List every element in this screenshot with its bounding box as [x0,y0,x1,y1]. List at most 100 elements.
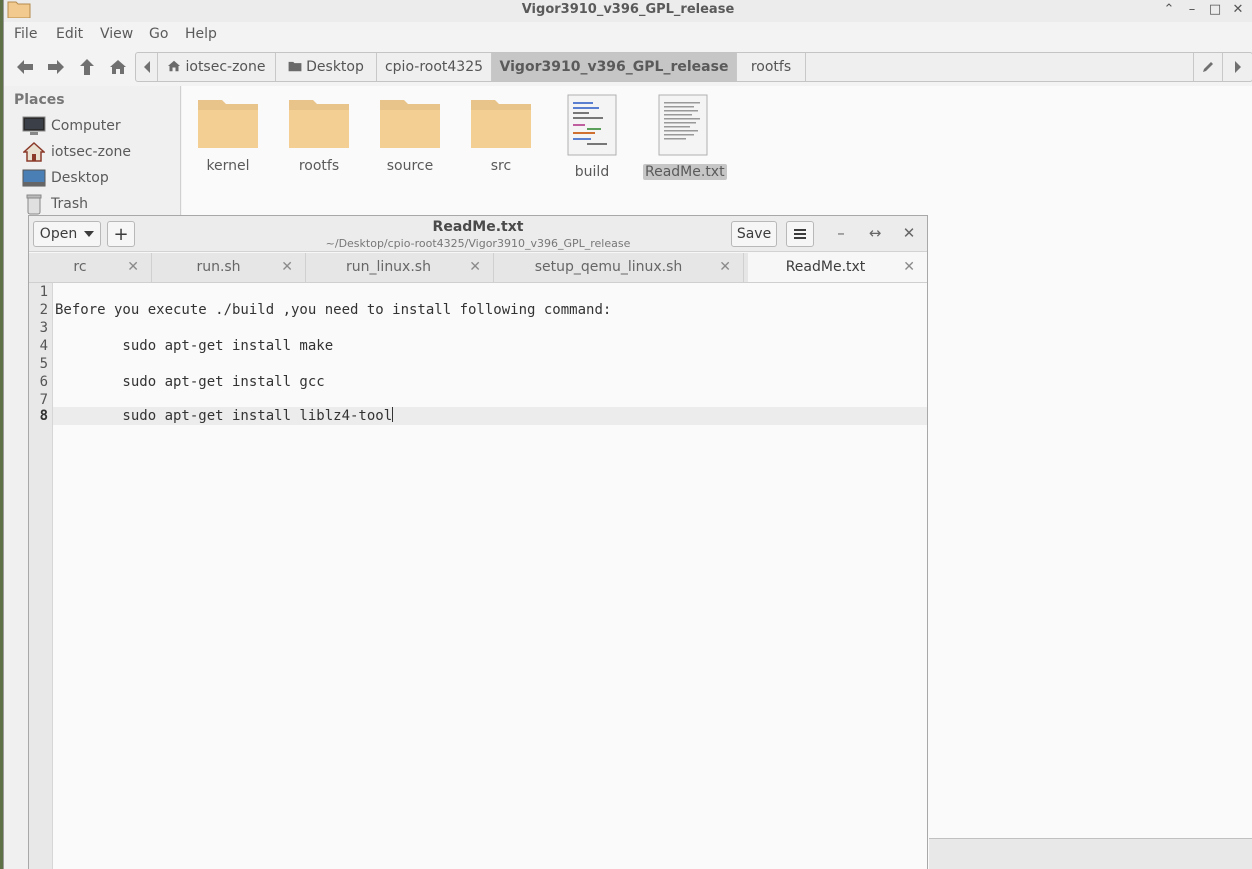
tab-label: run_linux.sh [346,259,431,275]
pencil-icon [1203,62,1213,72]
close-icon[interactable]: ✕ [900,224,918,242]
back-arrow-icon[interactable] [12,55,38,79]
close-tab-icon[interactable]: ✕ [469,259,481,275]
desktop-icon [22,167,46,189]
line-number: 1 [39,284,48,300]
breadcrumb-item-cpio[interactable]: cpio-root4325 [377,53,492,81]
file-item-src[interactable]: src [461,94,541,174]
tab-label: run.sh [196,259,241,275]
sidebar-item-computer[interactable]: Computer [22,114,121,138]
chevron-left-icon [143,61,150,73]
save-label: Save [736,226,772,242]
script-file-icon [567,94,617,156]
close-tab-icon[interactable]: ✕ [903,259,915,275]
text-cursor [392,407,394,422]
menu-go[interactable]: Go [149,26,168,42]
tab-bar: rc ✕ run.sh ✕ run_linux.sh ✕ setup_qemu_… [29,253,927,283]
file-item-readme[interactable]: ReadMe.txt [643,94,727,180]
current-code-line: sudo apt-get install liblz4-tool [55,407,394,425]
tab-rc[interactable]: rc ✕ [33,253,152,282]
sidebar-item-label: Desktop [51,170,109,186]
tab-run-linux-sh[interactable]: run_linux.sh ✕ [308,253,494,282]
code-line: sudo apt-get install make [55,338,334,354]
text-editor-window: Open + ReadMe.txt ~/Desktop/cpio-root432… [28,215,928,869]
forward-arrow-icon[interactable] [43,55,69,79]
trash-icon [22,193,46,215]
close-tab-icon[interactable]: ✕ [719,259,731,275]
tab-label: rc [73,259,87,275]
breadcrumb-label: rootfs [750,59,792,75]
minimize-icon[interactable]: – [1183,1,1201,19]
status-bar [929,838,1252,869]
edit-path-button[interactable] [1193,53,1223,81]
breadcrumb-label: Desktop [306,59,364,75]
tab-label: ReadMe.txt [785,259,866,275]
fm-toolbar: iotsec-zone Desktop cpio-root4325 Vigor3… [4,52,1252,82]
menu-view[interactable]: View [100,26,133,42]
breadcrumb-item-desktop[interactable]: Desktop [276,53,377,81]
fm-titlebar[interactable]: Vigor3910_v396_GPL_release ⌃ – □ ✕ [4,0,1252,22]
collapse-icon[interactable]: ⌃ [1160,1,1178,19]
sidebar-item-label: Trash [51,196,88,212]
file-item-source[interactable]: source [370,94,450,174]
code-line-text: sudo apt-get install liblz4-tool [55,408,393,424]
file-label: ReadMe.txt [643,164,727,180]
breadcrumb-item-current[interactable]: Vigor3910_v396_GPL_release [492,53,737,81]
menu-edit[interactable]: Edit [56,26,83,42]
line-number: 5 [39,356,48,372]
sidebar-item-trash[interactable]: Trash [22,192,88,216]
file-item-rootfs[interactable]: rootfs [279,94,359,174]
close-tab-icon[interactable]: ✕ [281,259,293,275]
breadcrumb: iotsec-zone Desktop cpio-root4325 Vigor3… [135,52,1252,82]
up-arrow-icon[interactable] [74,55,100,79]
line-number: 4 [39,338,48,354]
text-file-icon [658,94,708,156]
restore-icon[interactable]: ↔ [866,224,884,242]
folder-icon [380,100,440,148]
menu-icon [794,229,806,239]
file-label: rootfs [298,158,340,174]
save-button[interactable]: Save [731,221,777,247]
file-label: source [386,158,434,174]
folder-icon [198,100,258,148]
breadcrumb-label: Vigor3910_v396_GPL_release [499,59,729,75]
minimize-icon[interactable]: – [832,224,850,242]
folder-icon [288,61,302,72]
home-icon [22,141,46,163]
code-line: sudo apt-get install gcc [55,374,325,390]
folder-icon [471,100,531,148]
close-tab-icon[interactable]: ✕ [127,259,139,275]
computer-icon [22,115,46,137]
breadcrumb-label: iotsec-zone [185,59,266,75]
file-label: kernel [206,158,250,174]
tab-run-sh[interactable]: run.sh ✕ [156,253,306,282]
home-icon [168,60,181,72]
sidebar-item-label: Computer [51,118,121,134]
menu-file[interactable]: File [14,26,37,42]
line-number: 2 [39,302,48,318]
hamburger-menu-button[interactable] [786,221,814,247]
menu-help[interactable]: Help [185,26,217,42]
fm-window-title: Vigor3910_v396_GPL_release [521,2,735,17]
home-icon[interactable] [105,55,131,79]
file-item-kernel[interactable]: kernel [188,94,268,174]
line-number-gutter: 1 2 3 4 5 6 7 8 [29,283,53,869]
close-icon[interactable]: ✕ [1229,1,1247,19]
line-number: 6 [39,374,48,390]
breadcrumb-item-rootfs[interactable]: rootfs [737,53,806,81]
folder-icon [289,100,349,148]
breadcrumb-item-home[interactable]: iotsec-zone [158,53,276,81]
text-editor-area[interactable]: 1 2 3 4 5 6 7 8 Before you execute ./bui… [29,283,927,869]
tab-setup-qemu-linux-sh[interactable]: setup_qemu_linux.sh ✕ [498,253,744,282]
editor-headerbar[interactable]: Open + ReadMe.txt ~/Desktop/cpio-root432… [29,216,927,252]
breadcrumb-scroll-right[interactable] [1223,53,1252,81]
tab-readme-txt[interactable]: ReadMe.txt ✕ [748,253,927,282]
breadcrumb-scroll-left[interactable] [136,53,158,81]
tab-label: setup_qemu_linux.sh [534,259,683,275]
current-line-number: 8 [39,408,48,424]
chevron-right-icon [1234,61,1241,73]
maximize-icon[interactable]: □ [1206,1,1224,19]
sidebar-item-desktop[interactable]: Desktop [22,166,109,190]
sidebar-item-home[interactable]: iotsec-zone [22,140,131,164]
file-item-build[interactable]: build [552,94,632,180]
